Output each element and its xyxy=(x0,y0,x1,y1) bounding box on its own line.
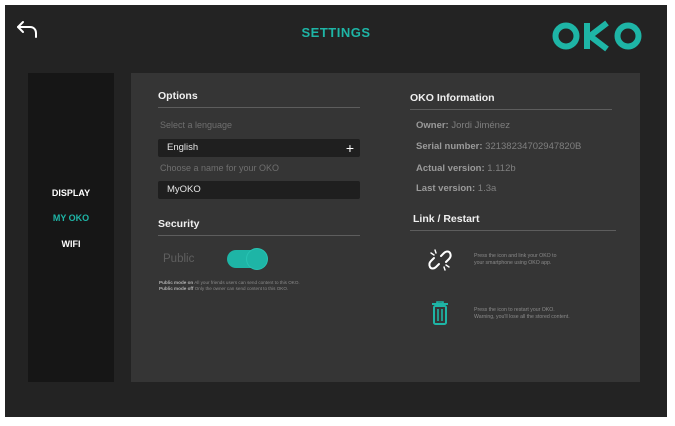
toggle-knob[interactable] xyxy=(247,249,267,269)
language-label: Select a lenguage xyxy=(160,120,233,130)
owner-value: Jordi Jiménez xyxy=(451,120,510,131)
trash-icon[interactable] xyxy=(430,300,450,326)
public-on-text: All your friends users can send content … xyxy=(194,280,300,285)
oko-logo xyxy=(549,19,645,53)
info-title: OKO Information xyxy=(410,92,495,104)
last-version-value: 1.3a xyxy=(477,183,497,194)
language-value: English xyxy=(167,142,199,153)
serial-label: Serial number: xyxy=(416,141,483,152)
public-mode-toggle[interactable] xyxy=(227,249,267,269)
public-off-text: Only the owner can send content to this … xyxy=(194,286,289,291)
info-divider xyxy=(410,109,612,110)
public-off-key: Public mode off xyxy=(159,286,194,291)
oko-name-input[interactable]: MyOKO xyxy=(158,181,360,199)
security-title: Security xyxy=(158,218,200,230)
options-divider xyxy=(158,107,360,108)
sidebar-item-my-oko[interactable]: MY OKO xyxy=(28,213,114,223)
last-version-label: Last version: xyxy=(416,183,476,194)
restart-hint-line-2: Warning, you'll lose all the stored cont… xyxy=(474,314,570,320)
public-off-note: Public mode off Only the owner can send … xyxy=(159,286,288,292)
settings-screen: SETTINGS DISPLAY MY OKO WIFI Options Sel… xyxy=(5,5,667,417)
settings-panel: Options Select a lenguage English + Choo… xyxy=(131,73,640,382)
link-restart-divider xyxy=(410,230,616,231)
link-icon[interactable] xyxy=(427,247,453,273)
options-title: Options xyxy=(158,90,198,102)
actual-version-label: Actual version: xyxy=(416,163,485,174)
serial-line: Serial number: 32138234702947820B xyxy=(416,141,581,152)
sidebar-item-display[interactable]: DISPLAY xyxy=(28,188,114,198)
public-mode-label: Public xyxy=(163,253,195,265)
last-version-line: Last version: 1.3a xyxy=(416,183,496,194)
public-on-key: Public mode on xyxy=(159,280,194,285)
link-restart-title: Link / Restart xyxy=(413,213,480,225)
link-hint-line-1: Press the icon and link your OKO to xyxy=(474,253,557,259)
actual-version-line: Actual version: 1.112b xyxy=(416,163,516,174)
name-label: Choose a name for your OKO xyxy=(160,163,280,173)
owner-label: Owner: xyxy=(416,120,449,131)
restart-hint-line-1: Press the icon to restart your OKO. xyxy=(474,307,555,313)
owner-line: Owner: Jordi Jiménez xyxy=(416,120,510,131)
sidebar: DISPLAY MY OKO WIFI xyxy=(28,73,114,382)
serial-value: 32138234702947820B xyxy=(485,141,582,152)
actual-version-value: 1.112b xyxy=(487,163,516,174)
link-hint-line-2: your smartphone using OKO app. xyxy=(474,260,552,266)
sidebar-item-wifi[interactable]: WIFI xyxy=(28,239,114,249)
plus-icon[interactable]: + xyxy=(346,139,354,157)
language-select[interactable]: English + xyxy=(158,139,360,157)
security-divider xyxy=(158,235,360,236)
